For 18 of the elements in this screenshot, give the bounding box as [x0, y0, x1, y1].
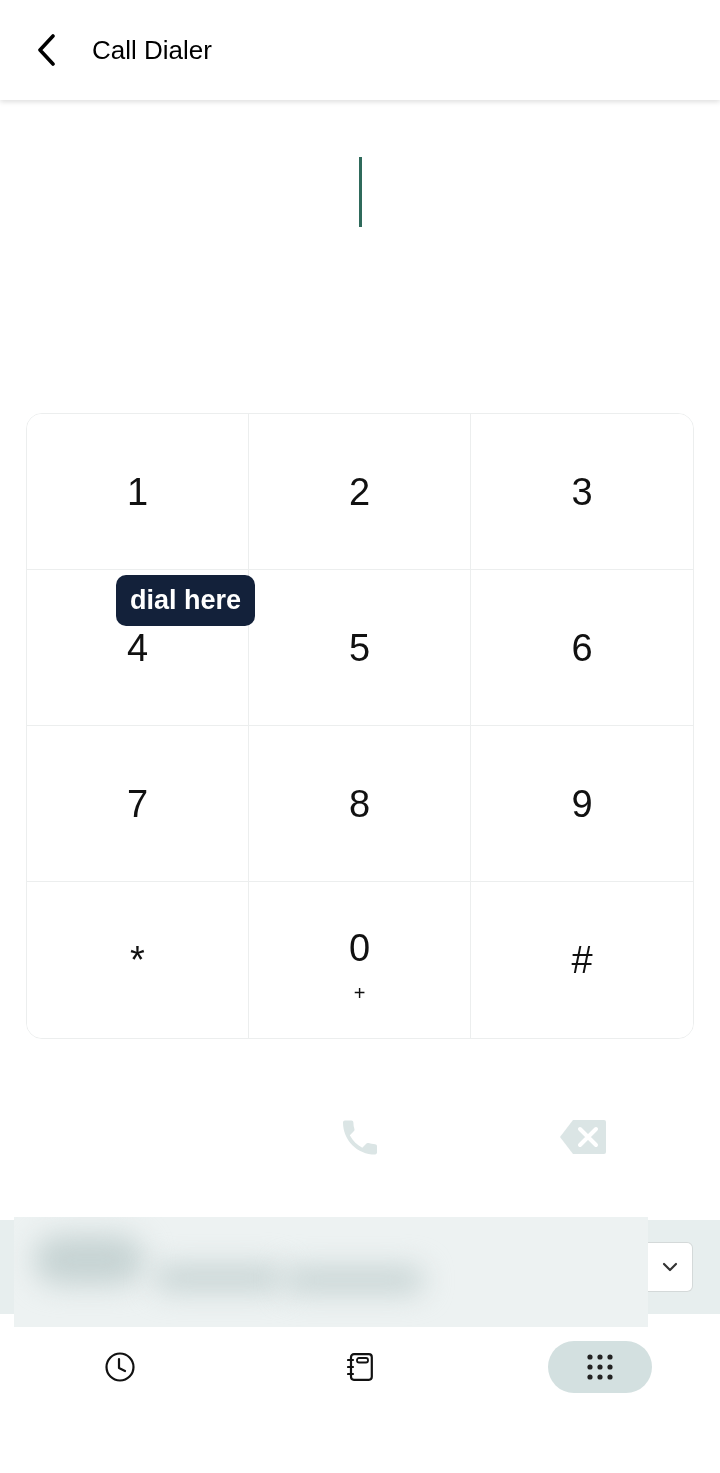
- keypad-key[interactable]: 3: [471, 414, 693, 570]
- key-digit: 0: [348, 929, 371, 967]
- screen-title: Call Dialer: [92, 33, 212, 67]
- nav-tab[interactable]: [548, 1341, 652, 1393]
- clock-icon: [105, 1352, 135, 1382]
- backspace-icon: [559, 1120, 606, 1154]
- phone-icon: [343, 1119, 377, 1155]
- keypad-key[interactable]: 7: [27, 726, 249, 882]
- keypad-key[interactable]: 5: [249, 570, 471, 726]
- notebook-icon: [347, 1353, 373, 1381]
- key-sublabel: +: [353, 983, 366, 1003]
- keypad-key[interactable]: 1: [27, 414, 249, 570]
- keypad-key[interactable]: 2: [249, 414, 471, 570]
- keypad-key[interactable]: 8: [249, 726, 471, 882]
- keypad-key[interactable]: *: [27, 882, 249, 1038]
- tooltip: dial here: [116, 575, 256, 626]
- dialpad-icon: [587, 1354, 613, 1380]
- chevron-down-icon: [662, 1262, 678, 1272]
